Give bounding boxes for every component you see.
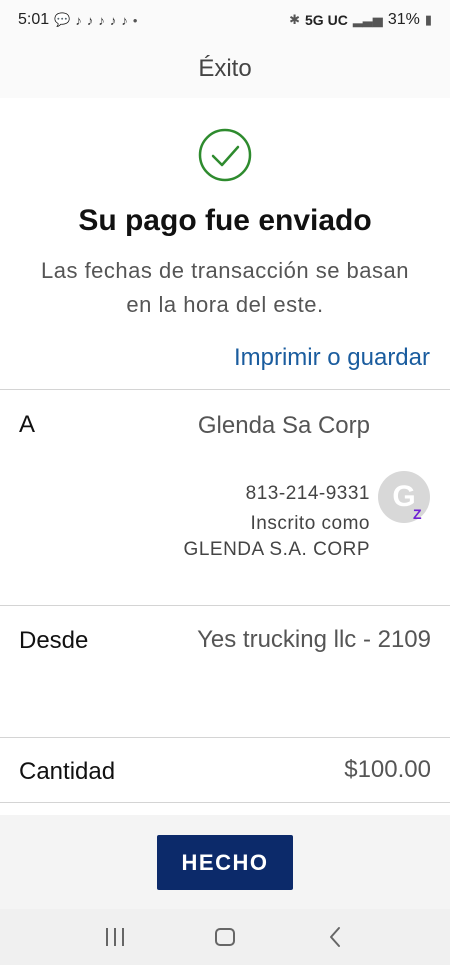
to-label: A xyxy=(19,411,36,438)
system-nav-bar xyxy=(0,909,450,965)
status-right: ✱ 5G UC ▂▃▅ 31% ▮ xyxy=(289,11,432,29)
divider xyxy=(0,605,450,606)
success-section: Su pago fue enviado Las fechas de transa… xyxy=(0,98,450,390)
recents-button[interactable] xyxy=(90,917,140,957)
page-header: Éxito xyxy=(0,40,450,98)
recipient-name: Glenda Sa Corp xyxy=(197,412,370,439)
dot-icon: • xyxy=(132,12,138,28)
page-title: Éxito xyxy=(198,55,252,82)
done-button[interactable]: HECHO xyxy=(157,835,293,890)
zelle-icon: Z xyxy=(413,506,422,522)
signal-icon: ▂▃▅ xyxy=(352,12,383,27)
battery-level: 31% xyxy=(387,11,420,28)
from-label: Desde xyxy=(19,627,89,654)
bluetooth-icon: ✱ xyxy=(289,12,301,27)
network-label: 5G UC xyxy=(305,12,348,28)
status-left: 5:01 💬 ♪ ♪ ♪ ♪ ♪ • xyxy=(18,11,137,29)
success-title: Su pago fue enviado xyxy=(78,204,372,237)
sender-account: Yes trucking llc - 2109 xyxy=(197,626,431,653)
tiktok-icon: ♪ xyxy=(121,12,128,28)
divider xyxy=(0,389,450,390)
print-or-save-link[interactable]: Imprimir o guardar xyxy=(234,344,430,372)
amount-label: Cantidad xyxy=(19,758,116,785)
back-icon xyxy=(330,927,340,947)
check-circle-icon xyxy=(198,128,252,182)
recipient-enrolled-as: Inscrito como GLENDA S.A. CORP xyxy=(183,513,370,560)
tiktok-icon: ♪ xyxy=(109,12,117,28)
tiktok-icon: ♪ xyxy=(86,12,94,28)
recents-icon xyxy=(106,928,124,946)
divider xyxy=(0,802,450,803)
footer: HECHO xyxy=(0,815,450,909)
amount-value: $100.00 xyxy=(344,756,431,783)
tiktok-icon: ♪ xyxy=(98,12,105,28)
status-time: 5:01 xyxy=(18,11,50,28)
status-bar: 5:01 💬 ♪ ♪ ♪ ♪ ♪ • ✱ 5G UC ▂▃▅ 31% ▮ xyxy=(0,0,450,40)
avatar: G xyxy=(378,471,430,523)
divider xyxy=(0,737,450,738)
success-subtitle: Las fechas de transacción se basan en la… xyxy=(40,258,409,317)
recipient-phone: 813-214-9331 xyxy=(245,483,370,504)
battery-icon: ▮ xyxy=(424,12,432,27)
home-icon xyxy=(215,928,235,946)
chat-icon: 💬 xyxy=(54,12,71,27)
tiktok-icon: ♪ xyxy=(75,12,82,28)
back-button[interactable] xyxy=(310,917,360,957)
home-button[interactable] xyxy=(200,917,250,957)
